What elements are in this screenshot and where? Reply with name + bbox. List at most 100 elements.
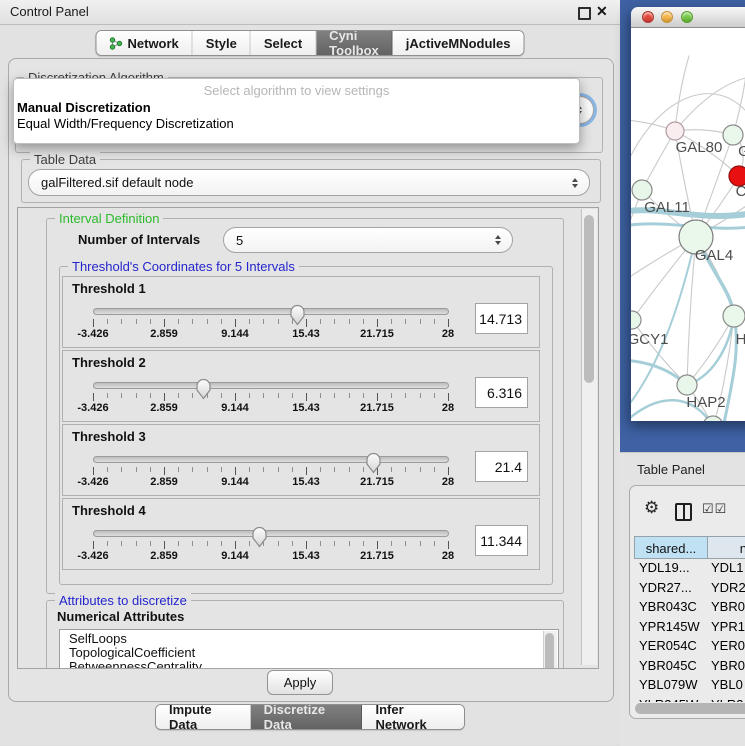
network-node-gal80[interactable] [666,122,684,140]
list-item[interactable]: TopologicalCoefficient [60,646,558,660]
network-node-ga[interactable] [723,125,743,145]
slider-thumb[interactable] [251,526,268,549]
scale-label: 21.715 [360,550,394,562]
threshold-value-field[interactable] [475,303,528,334]
tab-select[interactable]: Select [251,31,316,55]
tab-style[interactable]: Style [193,31,251,55]
scale-label: 15.43 [292,476,320,488]
table-data-combobox[interactable]: galFiltered.sif default node [28,169,590,196]
table-rows: YDL19...YDL1YDR27...YDR2YBR043CYBR0YPR14… [634,559,745,703]
panel-scrollbar[interactable] [581,209,597,665]
network-node-label: HAP2 [686,394,725,411]
table-row[interactable]: YDR27...YDR2 [634,580,745,600]
scale-label: 9.144 [221,550,249,562]
algorithm-option[interactable]: Manual Discretization [17,100,151,115]
scale-label: 2.859 [150,328,178,340]
network-node-label: GAL11 [644,199,690,216]
network-node-label: H [736,331,745,348]
table-row[interactable]: YER054CYER0 [634,638,745,658]
table-data-title: Table Data [30,152,100,167]
close-traffic-light[interactable] [642,11,654,23]
number-of-intervals-value: 5 [236,233,243,248]
slider-track[interactable] [93,530,449,537]
scale-label: 15.43 [292,402,320,414]
tab-impute-data[interactable]: Impute Data [156,705,251,729]
threshold-value-field[interactable] [475,377,528,408]
scale-label: 28 [442,476,454,488]
slider-track[interactable] [93,308,449,315]
zoom-traffic-light[interactable] [681,11,693,23]
table-row[interactable]: YPR145WYPR1 [634,619,745,639]
network-canvas[interactable]: GAL80GACGAL11GAL4GCY1HHAP2 [631,28,745,421]
cell-name: YPR1 [711,619,745,634]
list-scrollbar[interactable] [543,631,557,669]
tab-label: Style [206,36,237,51]
scale-label: 15.43 [292,328,320,340]
scrollbar-thumb[interactable] [584,215,594,383]
slider-thumb[interactable] [195,378,212,401]
table-row[interactable]: YBR043CYBR0 [634,599,745,619]
scrollbar-thumb[interactable] [635,703,745,714]
checkbox-icons[interactable]: ☑☑ [702,501,727,517]
network-window-titlebar[interactable] [631,7,745,28]
threshold-label: Threshold 2 [72,355,146,370]
cell-shared-name: YER054C [639,638,697,653]
tab-infer-network[interactable]: Infer Network [362,705,464,729]
horizontal-scrollbar[interactable] [632,702,745,715]
control-panel-title: Control Panel [10,4,89,19]
gear-icon[interactable]: ⚙ [644,498,659,518]
scale-label: 2.859 [150,476,178,488]
threshold-value-field[interactable] [475,525,528,556]
top-tab-bar: Network Style Select Cyni ToolboxjActiveMNo… [95,30,524,56]
tab-discretize-data[interactable]: Discretize Data [251,705,363,729]
float-window-icon[interactable] [578,7,591,20]
interval-definition-group: Interval Definition Number of Intervals … [46,218,564,594]
slider-track[interactable] [93,382,449,389]
slider-thumb[interactable] [365,452,382,475]
network-node-hap2[interactable] [677,375,697,395]
attributes-group: Attributes to discretize Numerical Attri… [46,600,564,669]
table-data-combobox-value: galFiltered.sif default node [41,175,193,190]
column-header-shared[interactable]: shared... [634,536,708,559]
scale-label: 15.43 [292,550,320,562]
cell-shared-name: YBL079W [639,677,698,692]
scale-label: -3.426 [77,550,108,562]
network-edge[interactable] [687,316,734,385]
scale-label: 21.715 [360,476,394,488]
table-panel-title: Table Panel [637,462,705,477]
apply-button[interactable]: Apply [267,670,333,695]
table-row[interactable]: YBR045CYBR0 [634,658,745,678]
network-edge[interactable] [687,316,734,385]
close-icon[interactable]: ✕ [596,3,608,20]
slider-track[interactable] [93,456,449,463]
threshold-value-field[interactable] [475,451,528,482]
tab-jactivemnodules[interactable]: jActiveMNodules [393,31,524,55]
cell-shared-name: YBR043C [639,599,697,614]
cell-name: YBL0 [711,677,743,692]
algorithm-option[interactable]: Equal Width/Frequency Discretization [17,116,234,131]
number-of-intervals-combobox[interactable]: 5 [223,227,513,253]
cell-name: YDL1 [711,560,744,575]
tab-label: Select [264,36,302,51]
network-window[interactable]: GAL80GACGAL11GAL4GCY1HHAP2 [631,7,745,421]
tab-network[interactable]: Network [96,31,192,55]
list-item[interactable]: BetweennessCentrality [60,660,558,669]
table-row[interactable]: YDL19...YDL1 [634,560,745,580]
slider-thumb[interactable] [289,304,306,327]
column-header-name[interactable]: na [707,536,745,559]
network-edge[interactable] [675,76,745,131]
table-row[interactable]: YBL079W YBL0 [634,677,745,697]
cell-name: YBR0 [711,658,745,673]
network-node-h[interactable] [723,305,745,327]
numerical-attributes-list[interactable]: SelfLoopsTopologicalCoefficientBetweenne… [59,629,559,669]
network-edge[interactable] [675,56,689,131]
list-item[interactable]: SelfLoops [60,632,558,646]
split-columns-icon[interactable] [675,503,692,521]
scale-label: 2.859 [150,550,178,562]
network-node-gcy1[interactable] [631,311,641,329]
scale-label: 9.144 [221,402,249,414]
minimize-traffic-light[interactable] [661,11,673,23]
network-node-gal11[interactable] [632,180,652,200]
tab-cyni-toolbox[interactable]: Cyni Toolbox [316,31,393,55]
network-node-label: GA [738,143,745,160]
